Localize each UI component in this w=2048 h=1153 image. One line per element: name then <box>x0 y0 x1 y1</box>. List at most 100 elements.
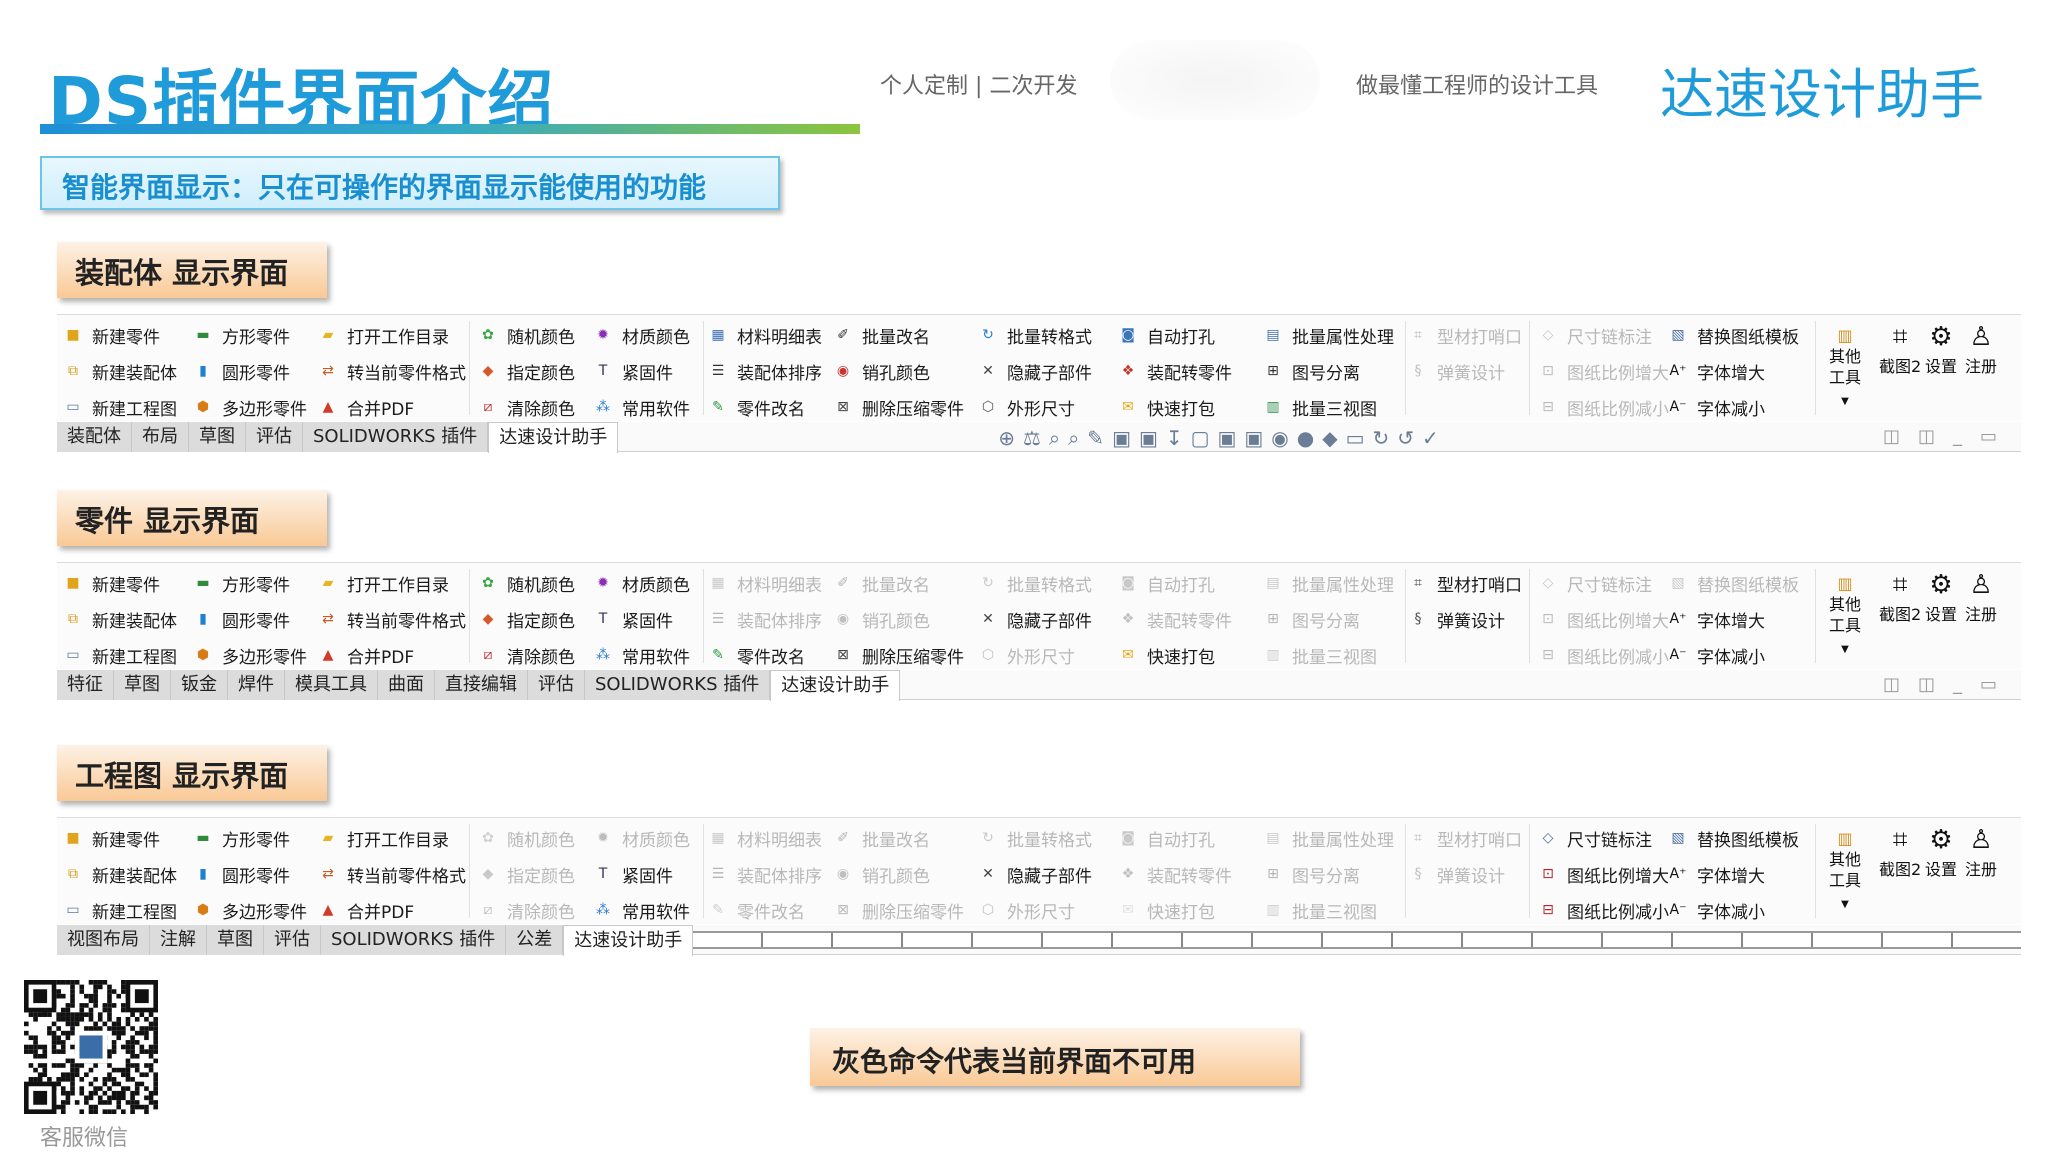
ribbon-button[interactable]: ⇄ 转当前零件格式 <box>317 601 466 637</box>
ribbon-button[interactable]: A⁻ 字体减小 <box>1667 637 1799 673</box>
ribbon-button[interactable]: ⊞ 图号分离 <box>1262 353 1394 389</box>
ribbon-button[interactable]: ▲ 合并PDF <box>317 892 466 928</box>
ribbon-button[interactable]: A⁺ 字体增大 <box>1667 856 1799 892</box>
ribbon-button[interactable]: ✕ 隐藏子部件 <box>977 353 1092 389</box>
tab[interactable]: SOLIDWORKS 插件 <box>321 925 507 955</box>
ribbon-button[interactable]: ▲ 合并PDF <box>317 389 466 425</box>
tab[interactable]: 草图 <box>207 925 264 955</box>
ribbon-button[interactable]: ▰ 打开工作目录 <box>317 820 466 856</box>
ribbon-button[interactable]: ✎ 零件改名 <box>707 389 822 425</box>
tab[interactable]: 钣金 <box>171 670 228 700</box>
ribbon-button[interactable]: ▭ 新建工程图 <box>62 389 177 425</box>
ribbon-button[interactable]: ❖ 装配转零件 <box>1117 353 1232 389</box>
tab[interactable]: 特征 <box>57 670 114 700</box>
ribbon-button[interactable]: ▭ 新建工程图 <box>62 637 177 673</box>
ribbon-button[interactable]: ▬ 方形零件 <box>192 820 307 856</box>
ribbon-button[interactable]: ◉ 销孔颜色 <box>832 353 964 389</box>
ribbon-button[interactable]: ◆ 指定颜色 <box>477 353 575 389</box>
tab[interactable]: 草图 <box>114 670 171 700</box>
ribbon-button[interactable]: ■ 新建零件 <box>62 820 177 856</box>
ribbon-button[interactable]: ▧ 替换图纸模板 <box>1667 317 1799 353</box>
other-tools-button[interactable]: ▥ 其他工具 ▼ <box>1825 828 1865 915</box>
ribbon-button[interactable]: ⬡ 外形尺寸 <box>977 389 1092 425</box>
ribbon-button[interactable]: ✉ 快速打包 <box>1117 389 1232 425</box>
ribbon-button[interactable]: ▮ 圆形零件 <box>192 353 307 389</box>
ribbon-button[interactable]: ✕ 隐藏子部件 <box>977 856 1092 892</box>
ribbon-button[interactable]: ⊠ 删除压缩零件 <box>832 637 964 673</box>
register-button[interactable]: ♙ 注册 <box>1965 824 1997 880</box>
settings-button[interactable]: ⚙ 设置 <box>1925 321 1957 377</box>
tab[interactable]: 布局 <box>132 422 189 452</box>
tab[interactable]: 装配体 <box>57 422 132 452</box>
ribbon-button[interactable]: ↻ 批量转格式 <box>977 317 1092 353</box>
ribbon-button[interactable]: T 紧固件 <box>592 353 690 389</box>
register-button[interactable]: ♙ 注册 <box>1965 321 1997 377</box>
ribbon-button[interactable]: ⬢ 多边形零件 <box>192 389 307 425</box>
ribbon-button[interactable]: ⊟ 图纸比例减小 <box>1537 892 1669 928</box>
ribbon-button[interactable]: ▤ 批量属性处理 <box>1262 317 1394 353</box>
ribbon-button[interactable]: A⁻ 字体减小 <box>1667 892 1799 928</box>
ribbon-button[interactable]: ⁂ 常用软件 <box>592 389 690 425</box>
ribbon-button[interactable]: ■ 新建零件 <box>62 317 177 353</box>
ribbon-button[interactable]: ▧ 替换图纸模板 <box>1667 820 1799 856</box>
ribbon-button[interactable]: ⊠ 删除压缩零件 <box>832 389 964 425</box>
tab[interactable]: 模具工具 <box>285 670 378 700</box>
ribbon-button[interactable]: A⁺ 字体增大 <box>1667 353 1799 389</box>
ribbon-button[interactable]: ⌗ 型材打哨口 <box>1407 565 1522 601</box>
ribbon-button[interactable]: ▭ 新建工程图 <box>62 892 177 928</box>
ribbon-button[interactable]: ⬢ 多边形零件 <box>192 637 307 673</box>
screenshot-button[interactable]: ⌗ 截图2 <box>1879 569 1921 625</box>
ribbon-button[interactable]: ▬ 方形零件 <box>192 317 307 353</box>
ribbon-button[interactable]: ✐ 批量改名 <box>832 317 964 353</box>
screenshot-button[interactable]: ⌗ 截图2 <box>1879 321 1921 377</box>
tab[interactable]: 评估 <box>528 670 585 700</box>
ribbon-button[interactable]: ☰ 装配体排序 <box>707 353 822 389</box>
ribbon-button[interactable]: ▮ 圆形零件 <box>192 601 307 637</box>
ribbon-button[interactable]: ⧉ 新建装配体 <box>62 353 177 389</box>
ribbon-button[interactable]: ⬢ 多边形零件 <box>192 892 307 928</box>
tab[interactable]: SOLIDWORKS 插件 <box>585 670 771 700</box>
ribbon-button[interactable]: ▰ 打开工作目录 <box>317 317 466 353</box>
window-controls[interactable]: ◫◫_▭ <box>1883 426 2015 447</box>
ribbon-button[interactable]: ▲ 合并PDF <box>317 637 466 673</box>
tab[interactable]: 视图布局 <box>57 925 150 955</box>
ribbon-button[interactable]: ▰ 打开工作目录 <box>317 565 466 601</box>
ribbon-button[interactable]: A⁺ 字体增大 <box>1667 601 1799 637</box>
ribbon-button[interactable]: ⇄ 转当前零件格式 <box>317 856 466 892</box>
ribbon-button[interactable]: ⁂ 常用软件 <box>592 892 690 928</box>
ribbon-button[interactable]: ▥ 批量三视图 <box>1262 389 1394 425</box>
ribbon-button[interactable]: T 紧固件 <box>592 601 690 637</box>
tab[interactable]: 注解 <box>150 925 207 955</box>
ribbon-button[interactable]: § 弹簧设计 <box>1407 601 1522 637</box>
ribbon-button[interactable]: T 紧固件 <box>592 856 690 892</box>
ribbon-button[interactable]: ▦ 材料明细表 <box>707 317 822 353</box>
tab[interactable]: 达速设计助手 <box>563 925 694 956</box>
ribbon-button[interactable]: ⁂ 常用软件 <box>592 637 690 673</box>
tab[interactable]: 公差 <box>506 925 564 955</box>
ribbon-button[interactable]: ◆ 指定颜色 <box>477 601 575 637</box>
tab[interactable]: 焊件 <box>228 670 285 700</box>
ribbon-button[interactable]: ⧄ 清除颜色 <box>477 637 575 673</box>
ribbon-button[interactable]: ⧄ 清除颜色 <box>477 389 575 425</box>
tab[interactable]: 评估 <box>264 925 321 955</box>
ribbon-button[interactable]: ■ 新建零件 <box>62 565 177 601</box>
tab[interactable]: 草图 <box>189 422 246 452</box>
other-tools-button[interactable]: ▥ 其他工具 ▼ <box>1825 325 1865 412</box>
ribbon-button[interactable]: ✉ 快速打包 <box>1117 637 1232 673</box>
tab[interactable]: 评估 <box>246 422 303 452</box>
ribbon-button[interactable]: ◙ 自动打孔 <box>1117 317 1232 353</box>
ribbon-button[interactable]: ⇄ 转当前零件格式 <box>317 353 466 389</box>
ribbon-button[interactable]: ⊡ 图纸比例增大 <box>1537 856 1669 892</box>
ribbon-button[interactable]: ✿ 随机颜色 <box>477 565 575 601</box>
ribbon-button[interactable]: ✿ 随机颜色 <box>477 317 575 353</box>
screenshot-button[interactable]: ⌗ 截图2 <box>1879 824 1921 880</box>
ribbon-button[interactable]: ◇ 尺寸链标注 <box>1537 820 1669 856</box>
ribbon-button[interactable]: ✕ 隐藏子部件 <box>977 601 1092 637</box>
window-controls[interactable]: ◫◫_▭ <box>1883 674 2015 695</box>
ribbon-button[interactable]: ▮ 圆形零件 <box>192 856 307 892</box>
ribbon-button[interactable]: ✹ 材质颜色 <box>592 565 690 601</box>
ribbon-button[interactable]: ⧉ 新建装配体 <box>62 856 177 892</box>
view-toolbar-icons[interactable]: ⊕⚖⌕⌕✎▣▣↧▢▣▣◉●◆▭↻↺✓ <box>998 426 1447 450</box>
ribbon-button[interactable]: ⧉ 新建装配体 <box>62 601 177 637</box>
tab[interactable]: 直接编辑 <box>435 670 528 700</box>
